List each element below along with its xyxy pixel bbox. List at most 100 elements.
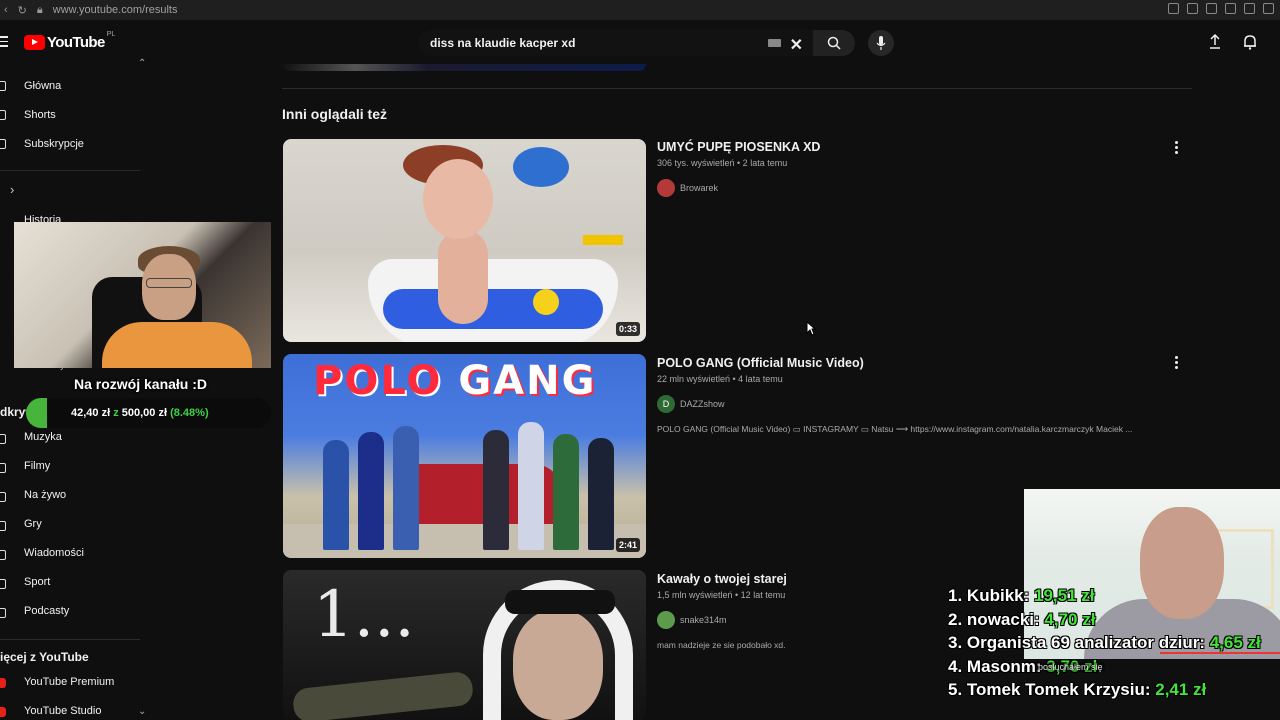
child-head-shape xyxy=(423,159,493,239)
sidebar-item-movies[interactable]: Filmy xyxy=(24,460,50,472)
youtube-logo[interactable]: YouTube PL xyxy=(24,31,116,51)
mouse-cursor-icon xyxy=(806,321,816,336)
donation-goal-title: Na rozwój kanału :D xyxy=(74,376,208,392)
channel-avatar[interactable] xyxy=(657,179,675,197)
thumb-text-polo: POLO xyxy=(313,358,443,404)
search-input[interactable]: diss na klaudie kacper xd ✕ xyxy=(418,30,813,56)
channel-name[interactable]: DAZZshow xyxy=(680,399,725,409)
youtube-play-icon xyxy=(24,35,45,50)
extension-icon[interactable] xyxy=(1244,3,1255,14)
donor-name: Kubikk: xyxy=(966,586,1030,605)
back-icon[interactable]: ‹ xyxy=(4,4,8,16)
sidebar-item-podcasts[interactable]: Podcasty xyxy=(24,605,69,617)
person-shape xyxy=(323,440,349,550)
more-actions-icon[interactable] xyxy=(1175,356,1178,371)
bell-icon xyxy=(1244,35,1256,50)
sidebar-item-premium[interactable]: YouTube Premium xyxy=(24,676,114,688)
shelf-shape xyxy=(583,235,623,245)
thumbnail-logo-text: POLO GANG xyxy=(313,358,596,404)
video-thumbnail[interactable]: POLO GANG 2:41 xyxy=(283,354,646,558)
news-icon xyxy=(0,550,6,560)
create-button[interactable] xyxy=(1208,33,1222,55)
clear-search-icon[interactable]: ✕ xyxy=(790,35,803,55)
donor-leaderboard: 1. Kubikk: 19,51 zł 2. nowacki: 4,70 zł … xyxy=(948,584,1261,702)
donor-amount: 19,51 zł xyxy=(1034,586,1095,605)
video-duration: 0:33 xyxy=(615,322,640,336)
donation-percent: (8.48%) xyxy=(170,407,209,419)
voice-search-button[interactable] xyxy=(868,30,894,56)
extension-icon[interactable] xyxy=(1168,3,1179,14)
search-button[interactable] xyxy=(813,30,855,56)
sidebar-item-home[interactable]: Główna xyxy=(24,80,61,92)
donation-progress-text: 42,40 zł z 500,00 zł (8.48%) xyxy=(71,407,209,419)
sidebar-item-studio[interactable]: YouTube Studio xyxy=(24,705,101,717)
extension-icon[interactable] xyxy=(1263,3,1274,14)
browser-toolbar: ‹ ↻ 🔒︎ www.youtube.com/results xyxy=(0,0,1280,20)
video-title[interactable]: POLO GANG (Official Music Video) xyxy=(657,356,864,370)
water-shape xyxy=(383,289,603,329)
extension-icon[interactable] xyxy=(1206,3,1217,14)
channel-avatar[interactable] xyxy=(657,611,675,629)
gaming-icon xyxy=(0,521,6,531)
leaderboard-row: 3. Organista 69 analizator dziur: 4,65 z… xyxy=(948,631,1261,655)
person-shape xyxy=(518,422,544,550)
rank: 1. xyxy=(948,586,963,605)
launcher-shape xyxy=(291,670,475,720)
donation-progress-fill xyxy=(26,398,47,428)
channel-name[interactable]: Browarek xyxy=(680,183,718,193)
person-shape xyxy=(358,432,384,550)
trophy-icon xyxy=(0,579,6,589)
donor-name: Tomek Tomek Krzysiu: xyxy=(966,680,1151,699)
video-duration: 2:41 xyxy=(615,538,640,552)
sidebar-item-news[interactable]: Wiadomości xyxy=(24,547,84,559)
glasses-shape xyxy=(146,278,192,288)
streamer-webcam xyxy=(14,222,271,368)
reload-icon[interactable]: ↻ xyxy=(18,4,27,17)
thumb-text-gang: GANG xyxy=(458,358,597,404)
shower-shape xyxy=(513,147,569,187)
lock-icon: 🔒︎ xyxy=(36,3,43,16)
video-thumbnail[interactable]: 0:33 xyxy=(283,139,646,342)
country-code: PL xyxy=(106,31,116,38)
shorts-icon xyxy=(0,110,6,120)
video-metadata: 306 tys. wyświetleń • 2 lata temu xyxy=(657,158,788,168)
scroll-down-arrow[interactable]: ⌄ xyxy=(138,706,146,717)
upload-icon xyxy=(1210,33,1220,49)
more-actions-icon[interactable] xyxy=(1175,141,1178,156)
video-description: mam nadzieje ze sie podobało xd. xyxy=(657,640,786,650)
menu-icon[interactable] xyxy=(0,36,8,50)
sidebar-item-sport[interactable]: Sport xyxy=(24,576,50,588)
film-icon xyxy=(0,463,6,473)
extension-icon[interactable] xyxy=(1225,3,1236,14)
sidebar-divider xyxy=(0,639,140,640)
extension-icon[interactable] xyxy=(1187,3,1198,14)
keyboard-icon[interactable] xyxy=(768,39,781,47)
channel-name[interactable]: snake314m xyxy=(680,615,727,625)
leaderboard-row: 5. Tomek Tomek Krzysiu: 2,41 zł xyxy=(948,678,1261,702)
sidebar-item-shorts[interactable]: Shorts xyxy=(24,109,56,121)
scroll-up-arrow[interactable]: ⌃ xyxy=(138,58,146,69)
video-thumbnail[interactable]: 1... xyxy=(283,570,646,720)
headband-shape xyxy=(505,590,615,614)
section-divider xyxy=(282,88,1192,89)
address-bar[interactable]: www.youtube.com/results xyxy=(53,4,178,16)
video-description: POLO GANG (Official Music Video) ▭ INSTA… xyxy=(657,424,1133,434)
notifications-button[interactable] xyxy=(1243,34,1257,55)
sidebar-item-live[interactable]: Na żywo xyxy=(24,489,66,501)
video-metadata: 22 mln wyświetleń • 4 lata temu xyxy=(657,374,783,384)
donation-separator: z xyxy=(113,407,119,419)
channel-avatar[interactable]: D xyxy=(657,395,675,413)
donor-amount: 4,70 zł xyxy=(1044,609,1096,629)
subscriptions-icon xyxy=(0,139,6,149)
shirt-shape xyxy=(102,322,252,368)
you-chevron-icon[interactable]: › xyxy=(10,182,14,197)
video-title[interactable]: Kawały o twojej starej xyxy=(657,572,787,586)
previous-result-thumbnail[interactable] xyxy=(282,64,646,71)
rank: 2. xyxy=(948,609,963,629)
sidebar-item-music[interactable]: Muzyka xyxy=(24,431,62,443)
youtube-premium-icon xyxy=(0,678,6,688)
video-title[interactable]: UMYĆ PUPĘ PIOSENKA XD xyxy=(657,140,820,154)
sidebar-item-subscriptions[interactable]: Subskrypcje xyxy=(24,138,84,150)
donor-name: Organista 69 analizator dziur: xyxy=(966,633,1205,652)
sidebar-item-gaming[interactable]: Gry xyxy=(24,518,42,530)
